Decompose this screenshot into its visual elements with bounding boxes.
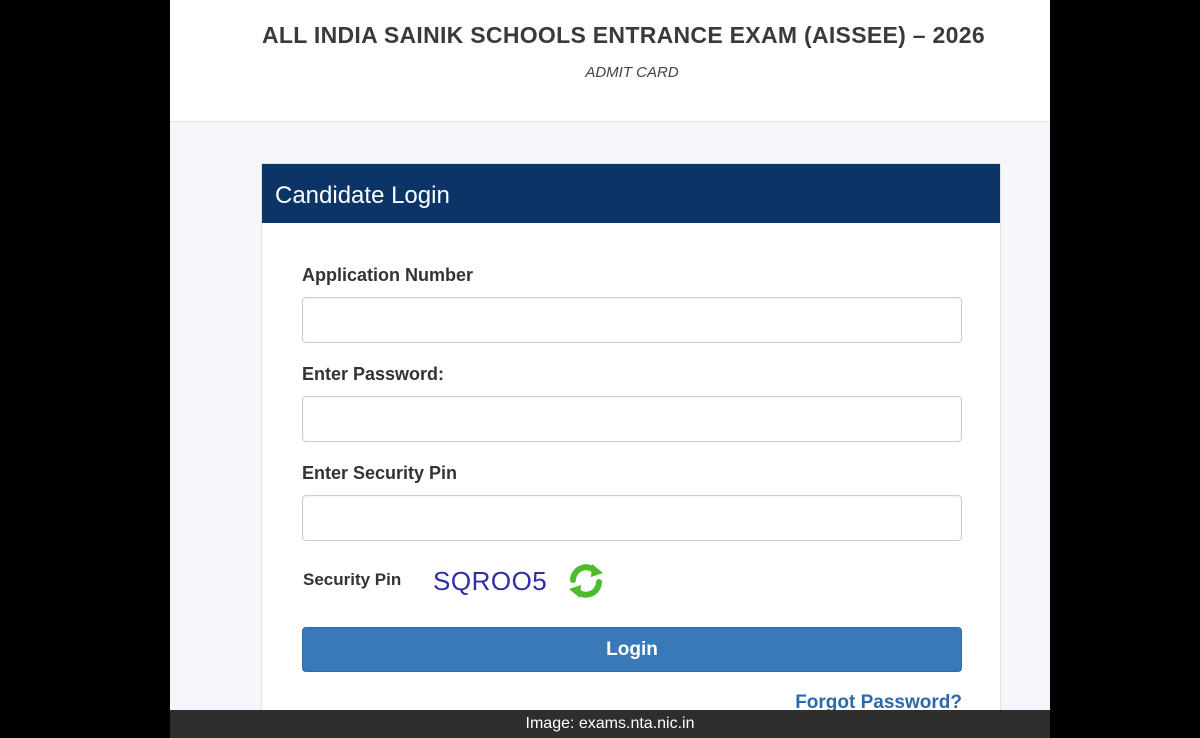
password-input[interactable]	[302, 396, 962, 442]
page: ALL INDIA SAINIK SCHOOLS ENTRANCE EXAM (…	[170, 0, 1050, 738]
security-pin-input[interactable]	[302, 495, 962, 541]
page-title: ALL INDIA SAINIK SCHOOLS ENTRANCE EXAM (…	[262, 22, 985, 48]
password-label: Enter Password:	[302, 364, 445, 384]
captcha-code: SQROO5	[433, 566, 548, 596]
refresh-icon[interactable]	[565, 560, 607, 602]
application-number-label: Application Number	[302, 265, 474, 285]
image-caption: Image: exams.nta.nic.in	[170, 710, 1050, 738]
page-subtitle: ADMIT CARD	[585, 64, 679, 81]
candidate-login-panel: Candidate Login Application Number Enter…	[261, 163, 1001, 723]
page-header: ALL INDIA SAINIK SCHOOLS ENTRANCE EXAM (…	[170, 0, 1050, 122]
panel-heading: Candidate Login	[262, 164, 1000, 223]
captcha-row: Security Pin SQROO5	[303, 564, 963, 604]
captcha-label: Security Pin	[303, 570, 402, 589]
login-button[interactable]: Login	[302, 627, 962, 672]
security-pin-label: Enter Security Pin	[302, 463, 458, 483]
application-number-input[interactable]	[302, 297, 962, 343]
